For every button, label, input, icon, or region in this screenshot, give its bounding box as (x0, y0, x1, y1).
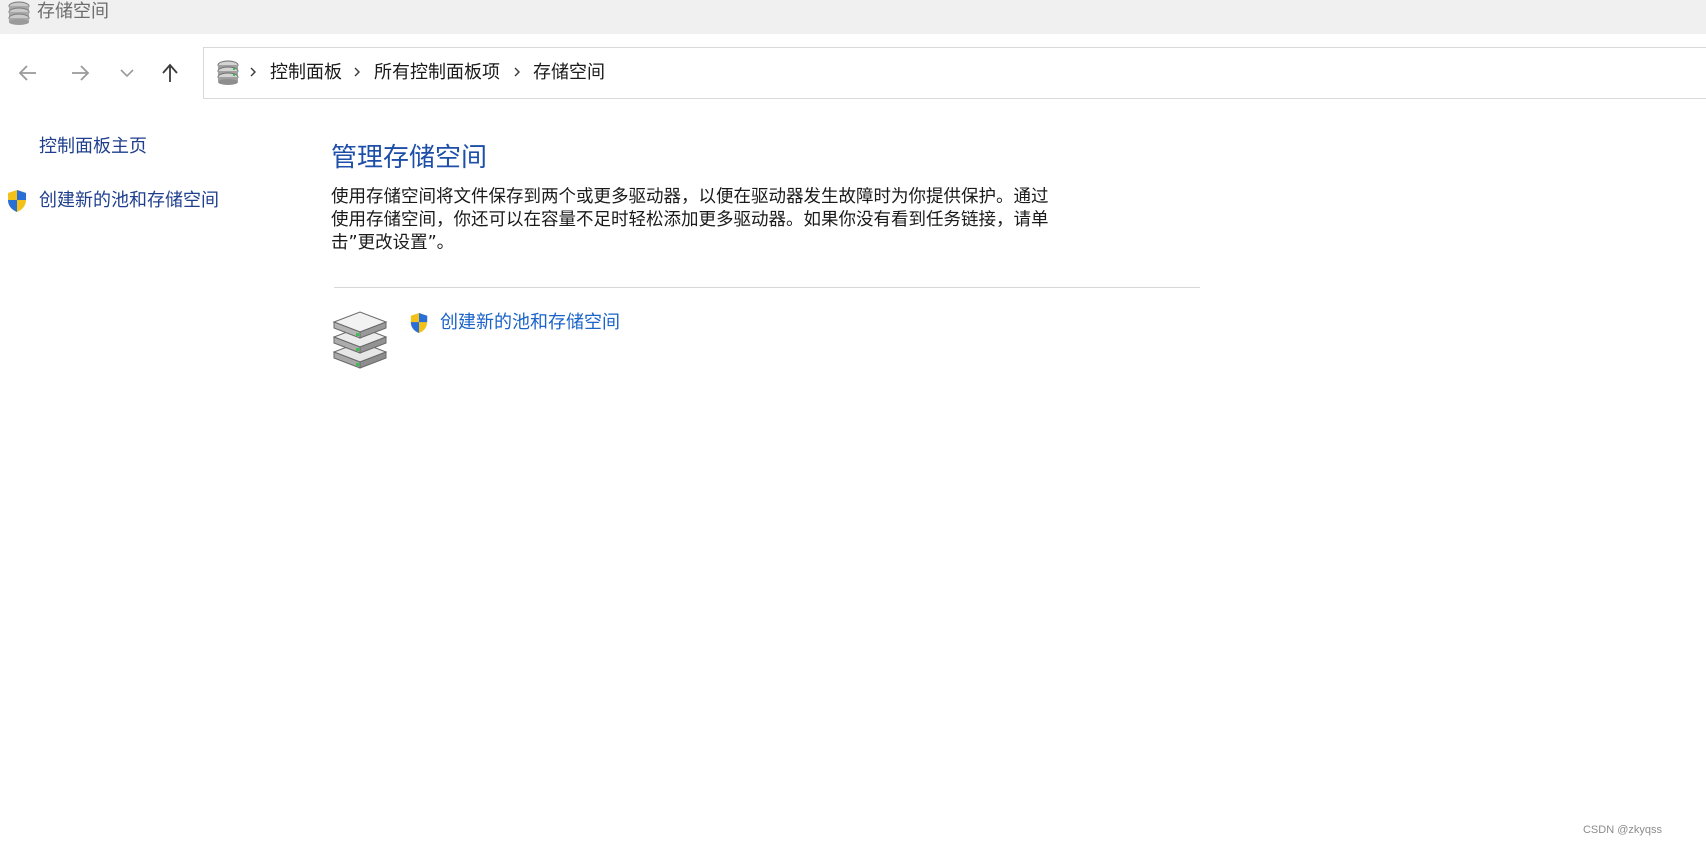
uac-shield-icon (8, 190, 26, 212)
back-button[interactable] (11, 56, 45, 90)
recent-locations-button[interactable] (110, 56, 144, 90)
forward-button[interactable] (63, 56, 97, 90)
breadcrumb-storage-spaces[interactable]: 存储空间 (533, 61, 605, 85)
storage-spaces-icon (8, 1, 30, 25)
page-description: 使用存储空间将文件保存到两个或更多驱动器，以便在驱动器发生故障时为你提供保护。通… (331, 187, 1049, 253)
divider (334, 287, 1200, 288)
title-bar: 存储空间 (0, 0, 1706, 34)
navigation-bar: 控制面板 所有控制面板项 存储空间 (0, 34, 1706, 108)
breadcrumb-separator-icon (250, 67, 256, 77)
create-pool-link[interactable]: 创建新的池和存储空间 (440, 311, 620, 335)
page-title: 管理存储空间 (331, 143, 488, 173)
address-bar[interactable]: 控制面板 所有控制面板项 存储空间 (203, 47, 1706, 99)
watermark: CSDN @zkyqss (1582, 824, 1662, 836)
sidebar-item-create-pool[interactable]: 创建新的池和存储空间 (39, 189, 219, 213)
uac-shield-icon (410, 313, 428, 333)
window-title: 存储空间 (37, 1, 109, 22)
up-button[interactable] (153, 56, 187, 90)
breadcrumb-control-panel[interactable]: 控制面板 (270, 61, 342, 85)
breadcrumb-all-control-panel-items[interactable]: 所有控制面板项 (374, 61, 500, 85)
storage-spaces-icon (217, 60, 239, 85)
breadcrumb-separator-icon (514, 67, 520, 77)
drive-stack-icon (332, 311, 388, 369)
arrow-left-icon (18, 65, 36, 81)
chevron-down-icon (120, 69, 134, 78)
arrow-right-icon (72, 65, 90, 81)
breadcrumb-separator-icon (354, 67, 360, 77)
arrow-up-icon (162, 63, 178, 82)
sidebar-item-control-panel-home[interactable]: 控制面板主页 (39, 135, 147, 159)
